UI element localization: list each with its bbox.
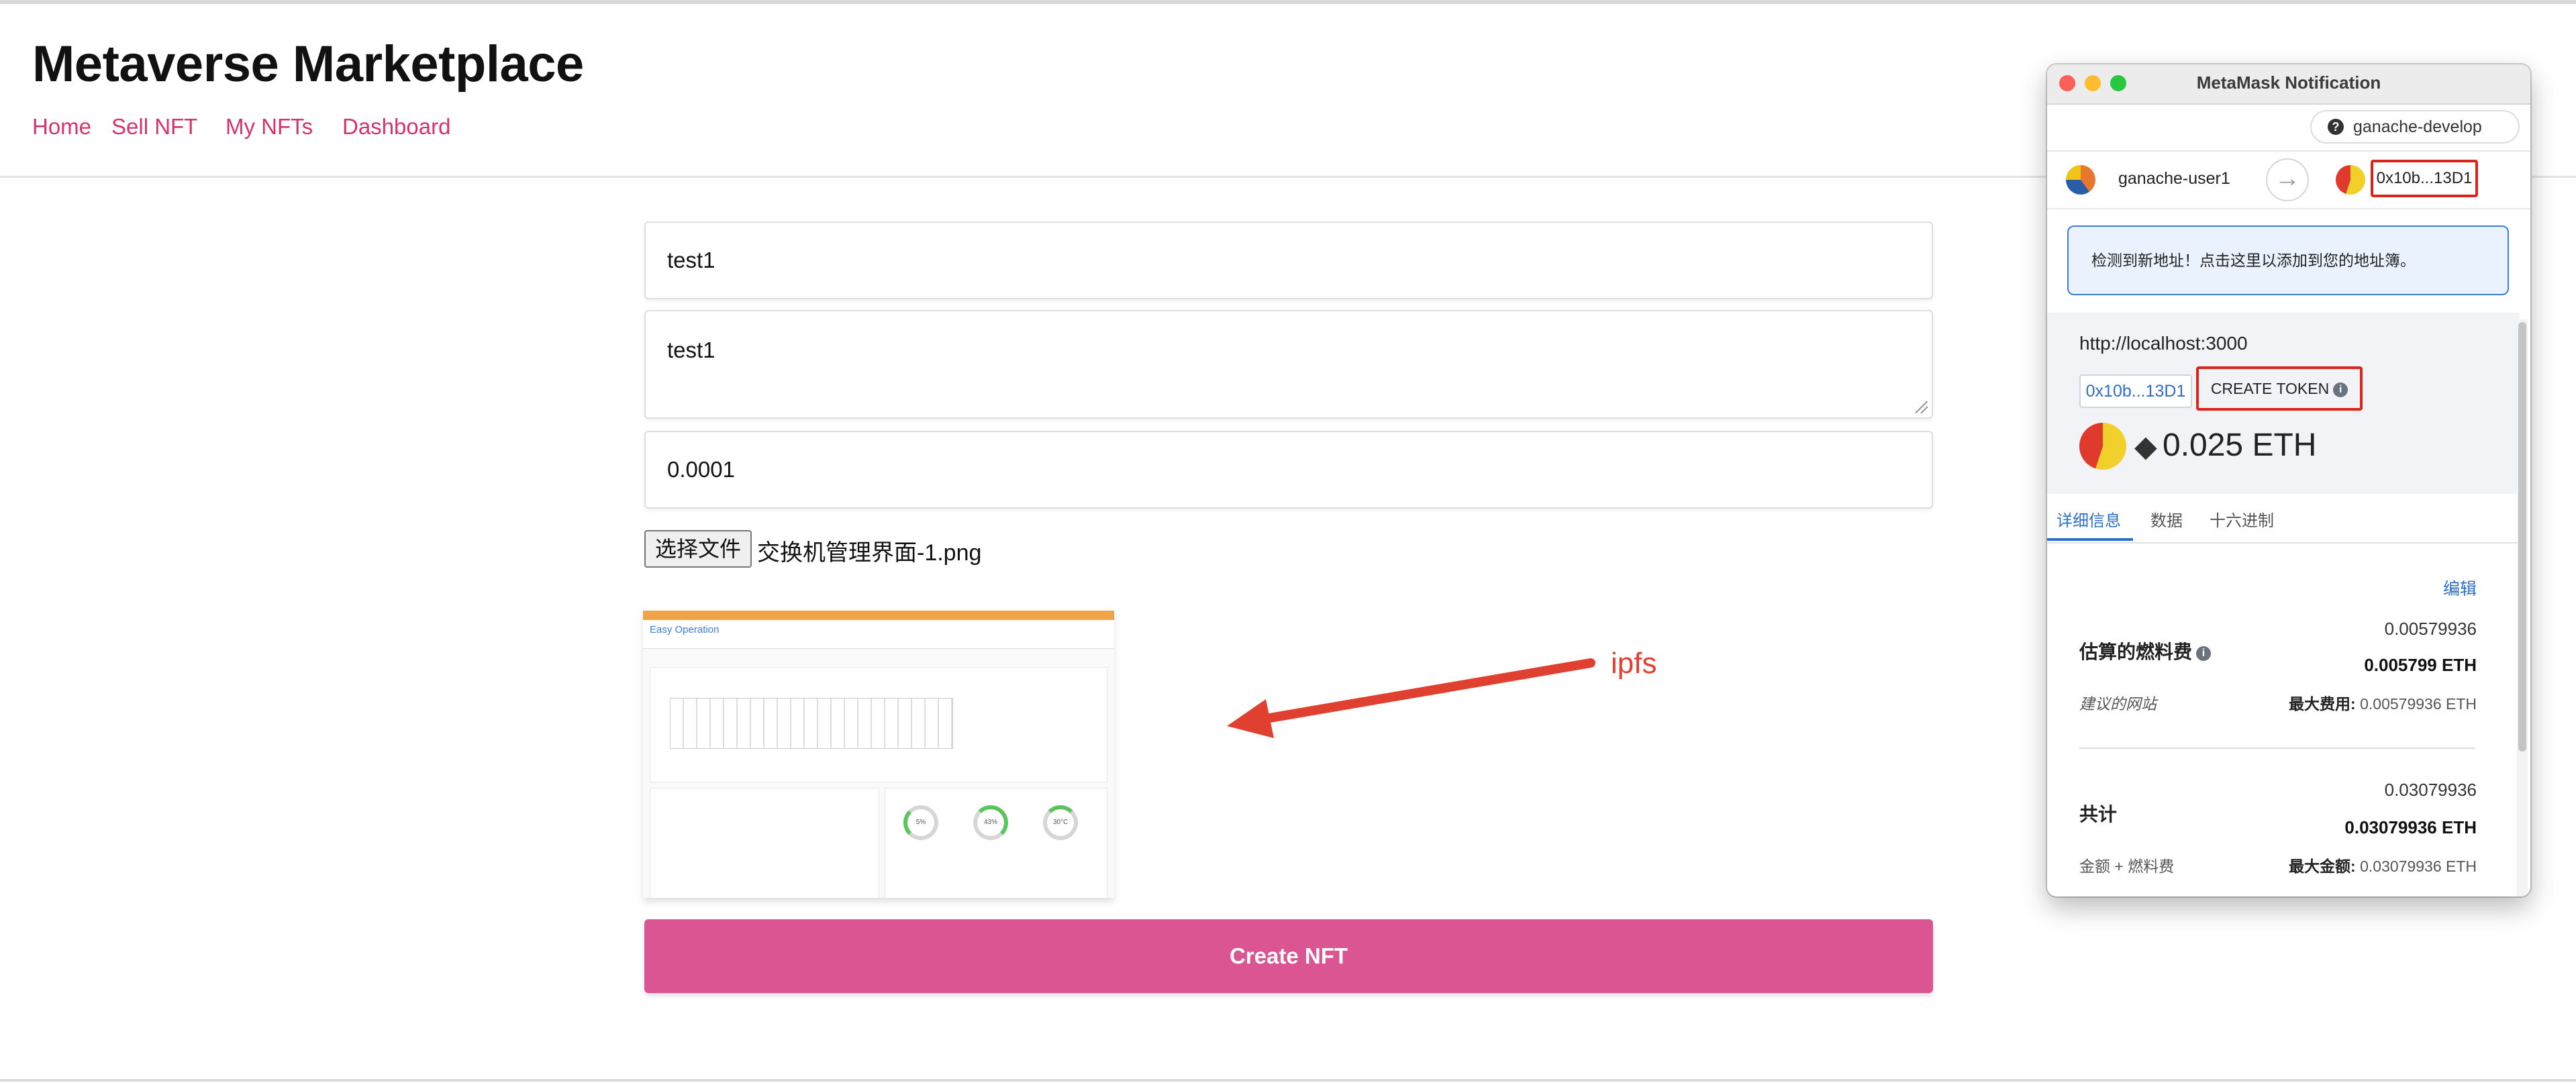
scrollbar-thumb[interactable] — [2518, 322, 2526, 752]
max-amount-label: 最大金额: — [2289, 858, 2356, 875]
origin-url: http://localhost:3000 — [2079, 333, 2248, 354]
arrow-right-icon: → — [2266, 158, 2309, 201]
max-fee: 最大费用: 0.00579936 ETH — [2289, 691, 2477, 714]
recipient-chip[interactable]: 0x10b...13D1 — [2079, 374, 2192, 408]
new-address-notice[interactable]: 检测到新地址！点击这里以添加到您的地址簿。 — [2067, 225, 2509, 295]
max-amount-value: 0.03079936 ETH — [2360, 858, 2477, 875]
recipient-avatar — [2336, 165, 2365, 195]
amount-value: 0.025 ETH — [2163, 427, 2317, 463]
token-avatar — [2079, 423, 2126, 470]
site-suggested-label: 建议的网站 — [2079, 695, 2157, 713]
ipfs-annotation-label: ipfs — [1611, 647, 1657, 680]
network-name: ganache-develop — [2353, 117, 2482, 136]
recipient-address[interactable]: 0x10b...13D1 — [2371, 160, 2478, 197]
ethereum-icon: ◆ — [2134, 430, 2157, 463]
max-fee-value: 0.00579936 ETH — [2360, 695, 2477, 713]
sender-avatar — [2066, 165, 2095, 195]
gas-info-icon[interactable]: i — [2196, 646, 2212, 661]
window-titlebar: MetaMask Notification — [2047, 64, 2530, 105]
method-name: CREATE TOKEN — [2210, 380, 2330, 397]
total-value: 0.03079936 — [2384, 780, 2477, 800]
amount-plus-gas-label: 金额 + 燃料费 — [2079, 858, 2175, 875]
sender-recipient-row: ganache-user1 → 0x10b...13D1 — [2047, 150, 2530, 209]
network-question-icon: ? — [2328, 119, 2344, 135]
edit-gas-link[interactable]: 编辑 — [2443, 576, 2477, 600]
max-fee-label: 最大费用: — [2289, 695, 2356, 713]
network-selector[interactable]: ? ganache-develop — [2310, 110, 2520, 144]
gas-estimate-value: 0.00579936 — [2384, 619, 2477, 639]
create-nft-button[interactable]: Create NFT — [644, 919, 1933, 993]
max-amount: 最大金额: 0.03079936 ETH — [2289, 854, 2477, 876]
tab-data[interactable]: 数据 — [2150, 507, 2183, 531]
gas-estimate-label: 估算的燃料费 i — [2079, 637, 2212, 664]
section-divider — [2079, 747, 2475, 749]
metamask-notification-window: MetaMask Notification ? ganache-develop … — [2047, 64, 2530, 896]
details-tabs: 详细信息 数据 十六进制 — [2047, 494, 2520, 544]
tab-hex[interactable]: 十六进制 — [2210, 507, 2274, 531]
info-icon[interactable]: i — [2333, 382, 2348, 397]
window-title: MetaMask Notification — [2196, 72, 2381, 93]
gas-estimate-eth: 0.005799 ETH — [2364, 655, 2477, 675]
total-eth: 0.03079936 ETH — [2344, 817, 2477, 837]
sender-account-name: ganache-user1 — [2118, 169, 2230, 188]
method-badge: CREATE TOKEN i — [2196, 366, 2363, 411]
total-label: 共计 — [2079, 804, 2118, 825]
tab-details[interactable]: 详细信息 — [2057, 507, 2121, 531]
active-tab-indicator — [2047, 538, 2133, 541]
bottom-border — [0, 1079, 2576, 1082]
